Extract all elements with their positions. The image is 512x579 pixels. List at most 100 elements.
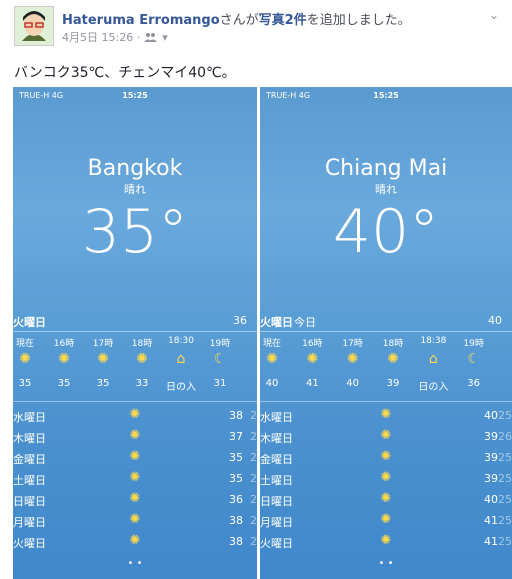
hour-temp: 40: [265, 378, 279, 389]
carrier-label: TRUE-H 4G: [19, 91, 64, 100]
day-low: 2: [250, 451, 257, 464]
weather-condition: 晴れ: [124, 183, 146, 196]
hour-temp: 33: [135, 378, 149, 389]
photos-link[interactable]: 写真2件: [259, 13, 307, 28]
photo-bangkok-weather[interactable]: TRUE-H 4G 15:25 Bangkok 晴れ 35° 火曜日 36 現在…: [13, 87, 257, 579]
hour-column: 現在 ✺ 35: [13, 336, 45, 389]
hour-temp: 40: [346, 378, 360, 389]
hour-column: 18時 ✺ 39: [373, 336, 413, 389]
day-name: 火曜日: [13, 537, 46, 550]
day-name: 木曜日: [260, 432, 293, 445]
sun-icon: ✺: [129, 533, 141, 548]
day-low: 25: [498, 514, 512, 527]
action-text-pre: さんが: [219, 13, 259, 28]
day-name: 金曜日: [260, 453, 293, 466]
status-time: 15:25: [373, 91, 399, 100]
hour-label: 19時: [463, 339, 484, 349]
day-low: 25: [498, 472, 512, 485]
daily-row: 木曜日 ✺ 39 26: [260, 428, 512, 448]
day-name: 日曜日: [260, 495, 293, 508]
avatar[interactable]: [14, 6, 54, 46]
status-bar: TRUE-H 4G 15:25: [19, 91, 251, 105]
post-date[interactable]: 4月5日 15:26 ·: [62, 29, 140, 45]
sun-icon: ✺: [387, 351, 399, 367]
day-name: 月曜日: [260, 516, 293, 529]
divider: [260, 331, 512, 332]
day-low: 25: [498, 451, 512, 464]
city-name: Bangkok: [87, 156, 183, 181]
day-high: 41: [484, 535, 498, 548]
sunset-icon: ⌂: [176, 351, 186, 367]
hour-label: 19時: [209, 339, 231, 349]
hour-label: 18時: [131, 339, 153, 349]
sun-icon: ✺: [380, 449, 392, 464]
today-row: 火曜日 36: [13, 314, 257, 329]
sun-icon: ✺: [129, 449, 141, 464]
day-name: 土曜日: [13, 474, 46, 487]
daily-row: 土曜日 ✺ 39 25: [260, 470, 512, 490]
hour-column: 16時 ✺ 41: [292, 336, 332, 389]
daily-row: 土曜日 ✺ 35 2: [13, 470, 257, 490]
sun-icon: ✺: [129, 470, 141, 485]
hour-column: 17時 ✺ 40: [333, 336, 373, 389]
current-temperature: 40°: [332, 197, 440, 267]
hour-temp: 35: [18, 378, 32, 389]
hour-label: 18:38: [420, 336, 447, 346]
daily-row: 金曜日 ✺ 35 2: [13, 449, 257, 469]
sun-icon: ✺: [129, 512, 141, 527]
day-high: 40: [484, 493, 498, 506]
day-low: 2: [250, 409, 257, 422]
weather-condition: 晴れ: [375, 183, 397, 196]
today-label: 今日: [294, 316, 316, 329]
hour-column: 19時 ☾ 31: [200, 336, 240, 389]
divider: [13, 401, 257, 402]
hour-temp: 41: [305, 378, 319, 389]
moon-icon: ☾: [213, 351, 227, 367]
hour-temp: 日の入: [418, 382, 449, 393]
hour-label: 17時: [342, 339, 363, 349]
carrier-label: TRUE-H 4G: [266, 91, 311, 100]
daily-row: 木曜日 ✺ 37 2: [13, 428, 257, 448]
day-high: 38: [229, 409, 243, 422]
day-low: 2: [250, 535, 257, 548]
hour-temp: 31: [213, 378, 227, 389]
day-low: 25: [498, 493, 512, 506]
author-name[interactable]: Hateruma Erromango: [62, 13, 220, 28]
current-temperature: 35°: [81, 197, 189, 267]
hour-column: 19時 ☾ 36: [454, 336, 494, 389]
hour-temp: 36: [467, 378, 481, 389]
day-low: 25: [498, 535, 512, 548]
today-row: 火曜日 今日 40: [260, 314, 512, 329]
hour-column: 16時 ✺ 35: [44, 336, 84, 389]
sun-icon: ✺: [306, 351, 319, 367]
today-day: 火曜日: [260, 316, 293, 329]
daily-row: 火曜日 ✺ 41 25: [260, 533, 512, 553]
daily-row: 月曜日 ✺ 38 2: [13, 512, 257, 532]
day-high: 35: [229, 472, 243, 485]
hour-label: 18:30: [168, 336, 194, 346]
hour-label: 現在: [262, 339, 281, 349]
day-high: 40: [484, 409, 498, 422]
action-text-post: を追加しました。: [306, 13, 411, 28]
post-menu-chevron-icon[interactable]: ⌄: [486, 8, 502, 24]
divider: [260, 401, 512, 402]
day-low: 2: [250, 472, 257, 485]
photo-chiangmai-weather[interactable]: TRUE-H 4G 15:25 Chiang Mai 晴れ 40° 火曜日 今日…: [260, 87, 512, 579]
hour-temp: 日の入: [166, 382, 196, 393]
day-name: 金曜日: [13, 453, 46, 466]
audience-dropdown-icon[interactable]: ▾: [162, 31, 168, 44]
sun-icon: ✺: [97, 351, 109, 367]
day-high: 38: [229, 535, 243, 548]
post-header: Hateruma Erromangoさんが写真2件を追加しました。 4月5日 1…: [0, 0, 512, 60]
hour-label: 16時: [302, 339, 323, 349]
daily-row: 月曜日 ✺ 41 25: [260, 512, 512, 532]
day-high: 39: [484, 472, 498, 485]
sun-icon: ✺: [136, 351, 148, 367]
today-high: 40: [488, 314, 502, 327]
status-time: 15:25: [122, 91, 148, 100]
audience-friends-icon[interactable]: [144, 32, 158, 42]
sunset-icon: ⌂: [428, 351, 438, 367]
day-high: 39: [484, 430, 498, 443]
hour-column: 現在 ✺ 40: [260, 336, 292, 389]
today-day: 火曜日: [13, 316, 46, 329]
